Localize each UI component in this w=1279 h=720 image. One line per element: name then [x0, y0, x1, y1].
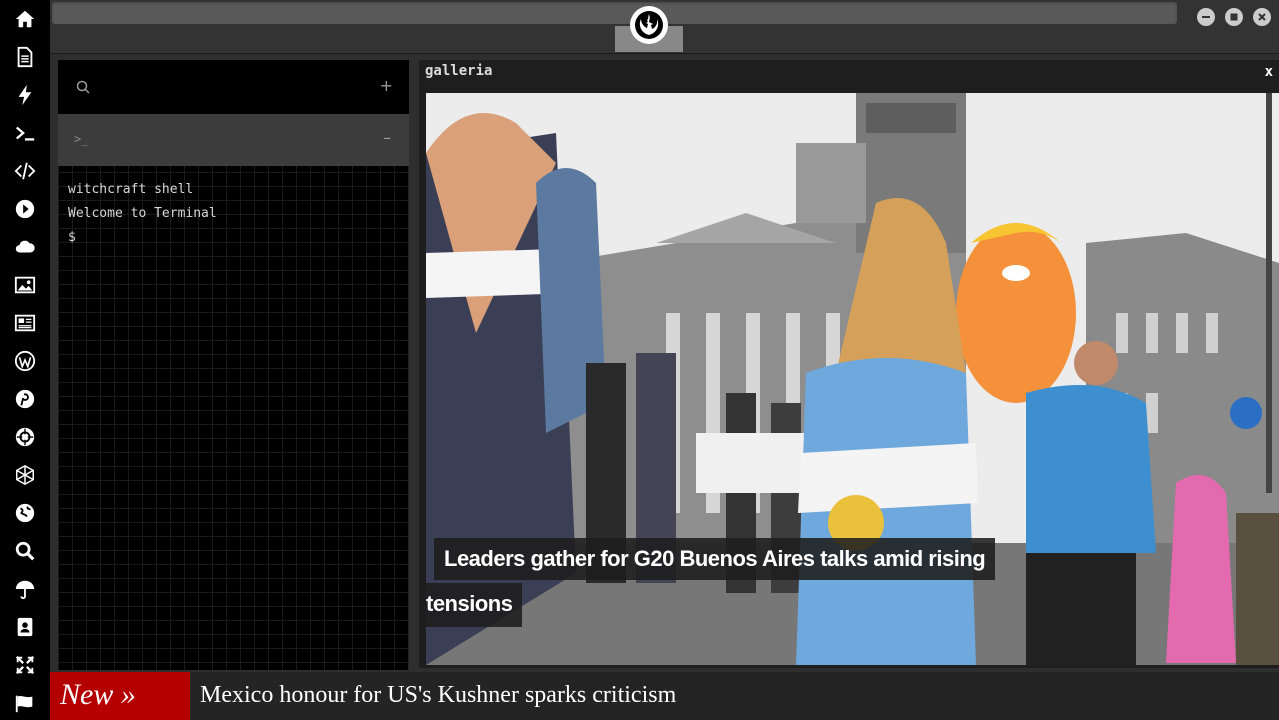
close-window-button[interactable]: [1253, 8, 1271, 26]
home-icon[interactable]: [12, 6, 38, 32]
close-tab-button[interactable]: –: [383, 128, 391, 147]
new-tab-button[interactable]: +: [380, 76, 393, 95]
search-icon[interactable]: [12, 538, 38, 564]
photo-caption-line1: Leaders gather for G20 Buenos Aires talk…: [434, 538, 996, 580]
contacts-icon[interactable]: [12, 614, 38, 640]
galleria-title: galleria: [425, 63, 493, 79]
minimize-button[interactable]: [1197, 8, 1215, 26]
maximize-button[interactable]: [1225, 8, 1243, 26]
galleria-panel: galleria x Leaders gather for G20 Buenos…: [419, 60, 1279, 668]
terminal-line: witchcraft shell: [68, 182, 194, 197]
code-icon[interactable]: [12, 158, 38, 184]
rebel-alliance-logo-icon[interactable]: [630, 6, 668, 44]
ticker-headline[interactable]: Mexico honour for US's Kushner sparks cr…: [200, 672, 676, 720]
address-bar[interactable]: [52, 2, 1177, 24]
newspaper-icon[interactable]: [12, 310, 38, 336]
news-ticker: New » Mexico honour for US's Kushner spa…: [50, 672, 1279, 720]
umbrella-icon[interactable]: [12, 576, 38, 602]
search-icon[interactable]: [76, 80, 90, 94]
terminal-search-bar[interactable]: +: [58, 60, 409, 114]
terminal-prompt-icon: >_: [74, 132, 89, 146]
top-bar: [50, 0, 1279, 54]
document-icon[interactable]: [12, 44, 38, 70]
terminal-prompt: $: [68, 230, 76, 245]
new-badge[interactable]: New »: [50, 672, 190, 720]
galleria-close-button[interactable]: x: [1265, 64, 1273, 80]
cloud-icon[interactable]: [12, 234, 38, 260]
network-icon[interactable]: [12, 462, 38, 488]
icon-sidebar: [0, 0, 50, 720]
image-icon[interactable]: [12, 272, 38, 298]
app-window: + >_ – witchcraft shell Welcome to Termi…: [0, 0, 1279, 720]
terminal-output[interactable]: witchcraft shell Welcome to Terminal $: [68, 178, 217, 250]
photo-caption-line2: tensions: [426, 583, 523, 627]
gallery-photo[interactable]: Leaders gather for G20 Buenos Aires talk…: [426, 93, 1279, 665]
terminal-icon[interactable]: [12, 120, 38, 146]
terminal-line: Welcome to Terminal: [68, 206, 217, 221]
wordpress-icon[interactable]: [12, 348, 38, 374]
play-icon[interactable]: [12, 196, 38, 222]
globe-icon[interactable]: [12, 500, 38, 526]
bolt-icon[interactable]: [12, 82, 38, 108]
terminal-panel: + >_ – witchcraft shell Welcome to Termi…: [58, 60, 409, 670]
expand-icon[interactable]: [12, 652, 38, 678]
terminal-tab[interactable]: >_ –: [58, 114, 409, 166]
pinterest-icon[interactable]: [12, 386, 38, 412]
settings-icon[interactable]: [12, 424, 38, 450]
flag-icon[interactable]: [12, 690, 38, 716]
